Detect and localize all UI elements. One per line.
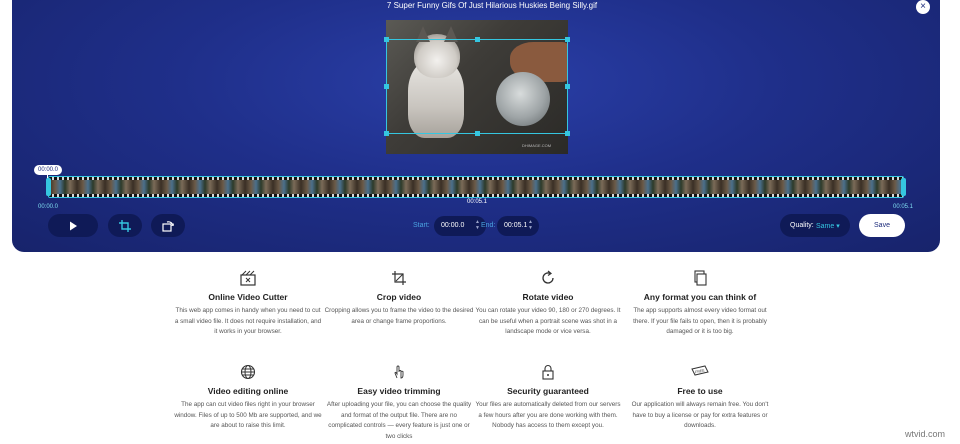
crop-handle-left[interactable] [384, 84, 389, 89]
crop-icon [392, 271, 406, 285]
free-tag-icon: FREE [691, 365, 709, 376]
crop-selection[interactable] [386, 39, 568, 134]
quality-value: Same ▾ [816, 223, 840, 230]
crop-handle-bottom-right[interactable] [565, 131, 570, 136]
save-button[interactable]: Save [859, 214, 905, 237]
timeline-start-time: 00:00.0 [38, 204, 59, 210]
feature-text: After uploading your file, you can choos… [326, 401, 472, 440]
end-label: End: [481, 222, 496, 229]
stepper-arrows-icon[interactable]: ▲ ▼ [528, 219, 533, 231]
quality-select[interactable]: Quality: Same ▾ [780, 214, 850, 237]
page: 7 Super Funny Gifs Of Just Hilarious Hus… [0, 0, 960, 444]
filmstrip-sprockets [49, 194, 903, 197]
rotate-icon [542, 270, 554, 284]
feature-text: Cropping allows you to frame the video t… [324, 307, 474, 325]
start-time-value: 00:00.0 [441, 222, 465, 229]
feature-crop-video: Crop video Cropping allows you to frame … [324, 270, 474, 327]
feature-video-editing-online: Video editing online The app can cut vid… [173, 364, 323, 432]
quality-label: Quality: [790, 222, 814, 229]
feature-title: Free to use [677, 386, 723, 396]
lock-icon [542, 365, 554, 380]
stepper-arrows-icon[interactable]: ▲ ▼ [475, 219, 480, 231]
end-time-value: 00:05.1 [504, 222, 528, 229]
feature-free-to-use: FREE Free to use Our application will al… [625, 364, 775, 432]
site-watermark: wtvid.com [905, 429, 946, 439]
crop-handle-top-left[interactable] [384, 37, 389, 42]
timeline-mid-time: 00:05.1 [467, 199, 488, 205]
feature-text: The app can cut video files right in you… [174, 401, 322, 429]
start-time-input[interactable]: 00:00.0 ▲ ▼ [434, 216, 486, 236]
play-button[interactable] [48, 214, 98, 237]
feature-title: Rotate video [522, 292, 574, 302]
timeline-filmstrip[interactable] [48, 176, 904, 198]
crop-button[interactable] [108, 214, 142, 237]
filmstrip-sprockets [49, 177, 903, 180]
crop-handle-bottom-left[interactable] [384, 131, 389, 136]
feature-title: Crop video [376, 292, 422, 302]
chevron-down-icon: ▾ [836, 223, 840, 230]
current-time-indicator: 00:00.0 [34, 165, 62, 175]
crop-handle-top[interactable] [475, 37, 480, 42]
close-button[interactable]: × [916, 0, 930, 14]
globe-icon [240, 364, 256, 380]
feature-text: Our application will always remain free.… [631, 401, 769, 429]
feature-text: This web app comes in handy when you nee… [174, 307, 322, 335]
feature-title: Online Video Cutter [208, 292, 288, 302]
trim-handle-end[interactable] [901, 178, 906, 196]
end-time-input[interactable]: 00:05.1 ▲ ▼ [497, 216, 539, 236]
rotate-button[interactable] [151, 214, 185, 237]
feature-security: Security guaranteed Your files are autom… [473, 364, 623, 432]
feature-easy-trimming: Easy video trimming After uploading your… [324, 364, 474, 442]
pointer-hand-icon [394, 365, 404, 379]
feature-any-format: Any format you can think of The app supp… [625, 270, 775, 338]
crop-icon [119, 219, 131, 232]
documents-icon [694, 270, 707, 286]
crop-handle-right[interactable] [565, 84, 570, 89]
feature-title: Security guaranteed [507, 386, 589, 396]
feature-rotate-video: Rotate video You can rotate your video 9… [473, 270, 623, 338]
feature-text: The app supports almost every video form… [633, 307, 767, 335]
file-title: 7 Super Funny Gifs Of Just Hilarious Hus… [386, 1, 598, 10]
feature-text: You can rotate your video 90, 180 or 270… [475, 307, 621, 335]
play-icon [70, 221, 77, 230]
timeline-end-time: 00:05.1 [893, 204, 914, 210]
trim-handle-start[interactable] [46, 178, 51, 196]
feature-text: Your files are automatically deleted fro… [475, 401, 621, 429]
video-cutter-icon [240, 270, 256, 286]
crop-handle-top-right[interactable] [565, 37, 570, 42]
feature-title: Easy video trimming [357, 386, 441, 396]
crop-handle-bottom[interactable] [475, 131, 480, 136]
preview-watermark: DHIMAGE.COM [522, 143, 552, 148]
feature-online-video-cutter: Online Video Cutter This web app comes i… [173, 270, 323, 338]
rotate-icon [162, 220, 174, 232]
feature-title: Any format you can think of [643, 292, 757, 302]
feature-title: Video editing online [207, 386, 289, 396]
start-label: Start: [413, 222, 430, 229]
